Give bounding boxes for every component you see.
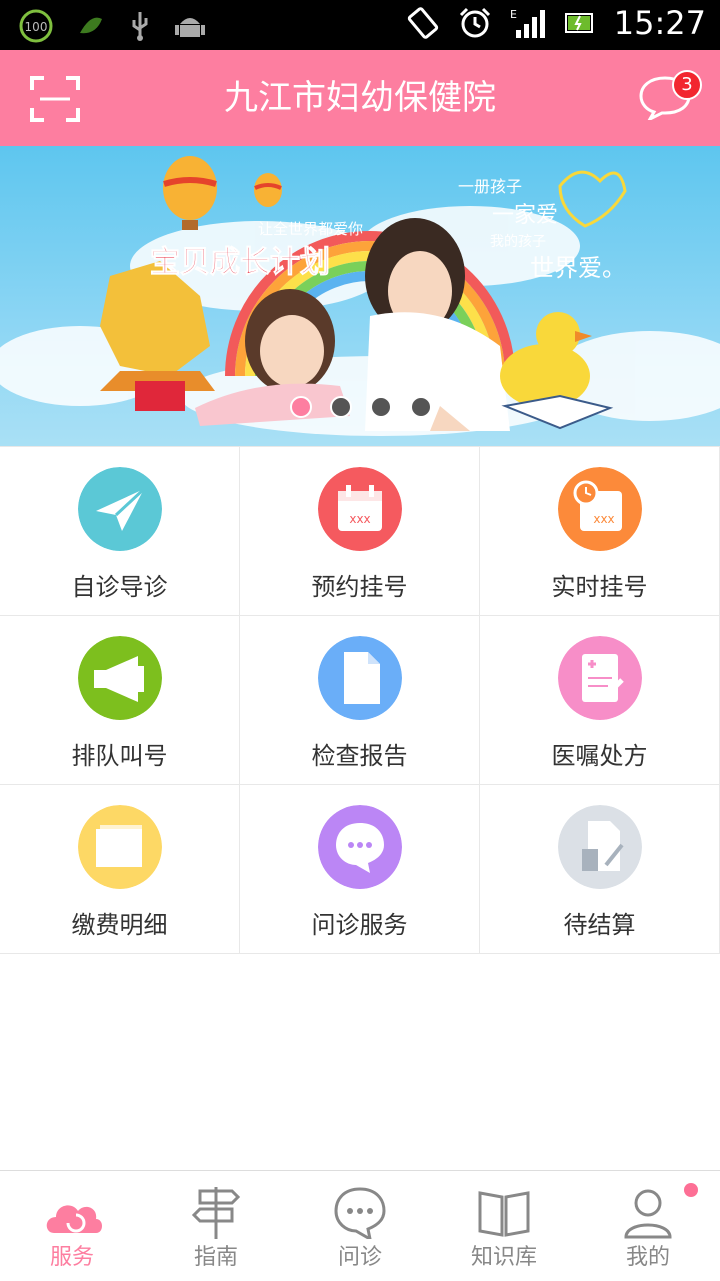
service-item[interactable]: 待结算: [480, 785, 720, 954]
service-label: 实时挂号: [551, 573, 648, 601]
status-bar: 100 E 15:27: [0, 0, 720, 50]
service-label: 检查报告: [311, 742, 408, 770]
banner-hand-line4: 世界爱。: [530, 254, 626, 282]
service-item[interactable]: 检查报告: [240, 616, 480, 785]
carousel-dot[interactable]: [330, 396, 352, 418]
tab-label: 我的: [625, 1245, 670, 1270]
service-item[interactable]: 排队叫号: [0, 616, 240, 785]
balloon-icon: [163, 156, 282, 230]
signpost-icon: [191, 1187, 241, 1239]
svg-text:E: E: [510, 8, 517, 21]
carousel-indicator: [290, 396, 432, 418]
carousel-dot[interactable]: [290, 396, 312, 418]
calendar-clock-icon: xxx: [558, 467, 642, 551]
cloud-refresh-icon: [46, 1205, 102, 1233]
pea-icon: [80, 17, 102, 34]
service-label: 预约挂号: [311, 573, 408, 601]
app-header: 九江市妇幼保健院 3: [0, 50, 720, 146]
vibrate-icon: [407, 7, 438, 39]
service-label: 缴费明细: [71, 911, 168, 939]
service-label: 自诊导诊: [71, 573, 168, 601]
battery-icon: [564, 13, 593, 33]
svg-text:xxx: xxx: [349, 512, 370, 526]
service-label: 问诊服务: [311, 911, 408, 939]
banner-hand-line2: 一家爱: [492, 203, 558, 228]
service-item[interactable]: xxx 实时挂号: [480, 447, 720, 616]
tab-0[interactable]: 服务: [0, 1171, 144, 1281]
battery-saver-icon: 100: [19, 9, 53, 43]
tab-3[interactable]: 知识库: [432, 1171, 576, 1281]
document-icon: [318, 636, 402, 720]
usb-icon: [132, 12, 148, 41]
prescription-icon: [558, 636, 642, 720]
calculator-icon: [558, 805, 642, 889]
services-grid: 自诊导诊 xxx 预约挂号 xxx 实时挂号排队叫号 检查报告 医嘱处方缴费明细 问诊服务 待结…: [0, 446, 720, 954]
svg-text:100: 100: [25, 20, 48, 34]
tab-label: 指南: [193, 1245, 238, 1270]
banner-hand-line1: 一册孩子: [458, 177, 522, 196]
service-item[interactable]: 缴费明细: [0, 785, 240, 954]
tab-label: 问诊: [337, 1245, 382, 1270]
alarm-icon: [459, 7, 490, 38]
bottom-tab-bar: 服务 指南 问诊 知识库 我的: [0, 1170, 720, 1280]
chat-icon: [334, 1187, 386, 1239]
signal-icon: E: [510, 8, 545, 38]
service-label: 排队叫号: [71, 742, 168, 770]
banner-slogan-main: 宝贝成长计划: [150, 245, 330, 280]
promo-banner[interactable]: 让全世界都爱你 宝贝成长计划 一册孩子 一家爱 我的孩子 世界爱。: [0, 146, 720, 446]
carousel-dot[interactable]: [370, 396, 392, 418]
tab-label: 知识库: [470, 1245, 537, 1270]
clock: 15:27: [613, 4, 706, 42]
message-badge: 3: [672, 70, 702, 100]
tab-label: 服务: [49, 1245, 94, 1270]
notification-dot: [684, 1183, 698, 1197]
banner-hand-line3: 我的孩子: [490, 234, 546, 250]
service-label: 医嘱处方: [551, 742, 648, 770]
android-icon: [175, 18, 205, 37]
service-item[interactable]: 问诊服务: [240, 785, 480, 954]
calendar-icon: xxx: [318, 467, 402, 551]
user-icon: [624, 1189, 672, 1239]
tab-4[interactable]: 我的: [576, 1171, 720, 1281]
banner-slogan-small: 让全世界都爱你: [258, 220, 363, 238]
chat-bubble-icon: [318, 805, 402, 889]
service-item[interactable]: xxx 预约挂号: [240, 447, 480, 616]
megaphone-icon: [78, 636, 162, 720]
paper-plane-icon: [78, 467, 162, 551]
tab-2[interactable]: 问诊: [288, 1171, 432, 1281]
folder-icon: [78, 805, 162, 889]
service-label: 待结算: [563, 911, 636, 939]
book-icon: [478, 1191, 530, 1237]
service-item[interactable]: 医嘱处方: [480, 616, 720, 785]
page-title: 九江市妇幼保健院: [224, 78, 496, 118]
service-item[interactable]: 自诊导诊: [0, 447, 240, 616]
svg-text:xxx: xxx: [593, 512, 614, 526]
carousel-dot[interactable]: [410, 396, 432, 418]
tab-1[interactable]: 指南: [144, 1171, 288, 1281]
